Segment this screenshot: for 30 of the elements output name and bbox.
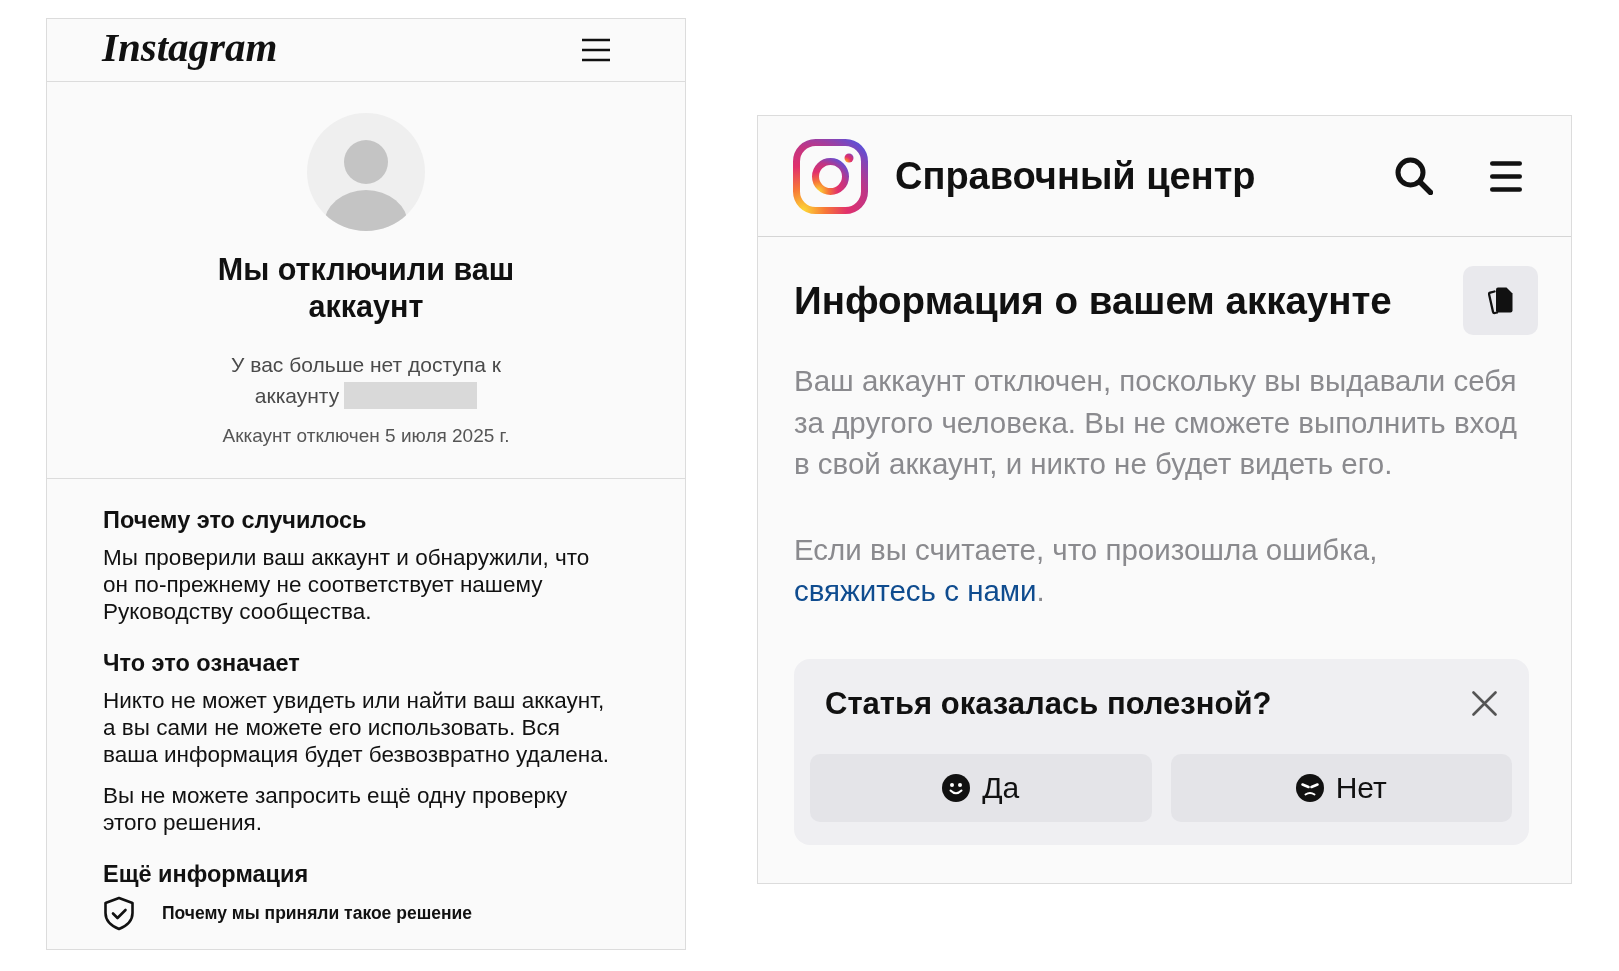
section-heading: Почему это случилось xyxy=(103,506,368,534)
search-icon[interactable] xyxy=(1395,157,1433,195)
camera-logo-icon xyxy=(793,138,868,214)
section-heading: Что это означает xyxy=(103,649,301,677)
article-title: Информация о вашем аккаунте xyxy=(794,277,1392,324)
account-label: аккаунту xyxy=(254,383,340,409)
copy-icon xyxy=(1487,286,1514,315)
section-text: Мы проверили ваш аккаунт и обнаружили, что он по-прежнему не соответствует нашему Руководству сообщества. xyxy=(103,544,591,625)
access-text: У вас больше нет доступа к xyxy=(231,352,501,378)
reason-link[interactable]: Почему мы приняли такое решение xyxy=(162,903,472,924)
help-center-title: Справочный центр xyxy=(895,154,1257,198)
copy-button[interactable] xyxy=(1463,266,1538,335)
section-text: Вы не можете запросить ещё одну проверку этого решения. xyxy=(103,782,569,836)
menu-icon[interactable] xyxy=(1490,160,1522,192)
close-icon[interactable] xyxy=(1472,691,1497,716)
feedback-button[interactable]: Нет xyxy=(1170,753,1512,822)
article-text: Ваш аккаунт отключен, поскольку вы выдавали себя за другого человека. Вы не сможете выполнить вход в свой аккаунт, и никто не будет видеть его. xyxy=(794,363,1518,482)
disabled-date: Аккаунт отключен 5 июля 2025 г. xyxy=(222,424,510,448)
contact-link[interactable]: свяжитесь с нами xyxy=(794,574,1037,607)
frowning-face-icon xyxy=(1295,773,1324,802)
disabled-title: Мы отключили ваш аккаунт xyxy=(216,251,516,325)
feedback-button[interactable]: Да xyxy=(810,753,1152,822)
smiling-face-icon xyxy=(942,773,971,802)
shield-check-icon xyxy=(103,896,135,931)
contact-text: Если вы считаете, что произошла ошибка, свяжитесь с нами. xyxy=(794,531,1379,609)
section-heading: Ещё информация xyxy=(103,860,310,888)
feedback-question: Статья оказалась полезной? xyxy=(825,684,1272,723)
menu-icon[interactable] xyxy=(582,38,610,62)
instagram-wordmark: Instagram xyxy=(102,23,278,72)
section-text: Никто не может увидеть или найти ваш аккаунт, а вы сами не можете его использовать. Вся ваша информация будет безвозвратно удалена. xyxy=(103,687,610,768)
